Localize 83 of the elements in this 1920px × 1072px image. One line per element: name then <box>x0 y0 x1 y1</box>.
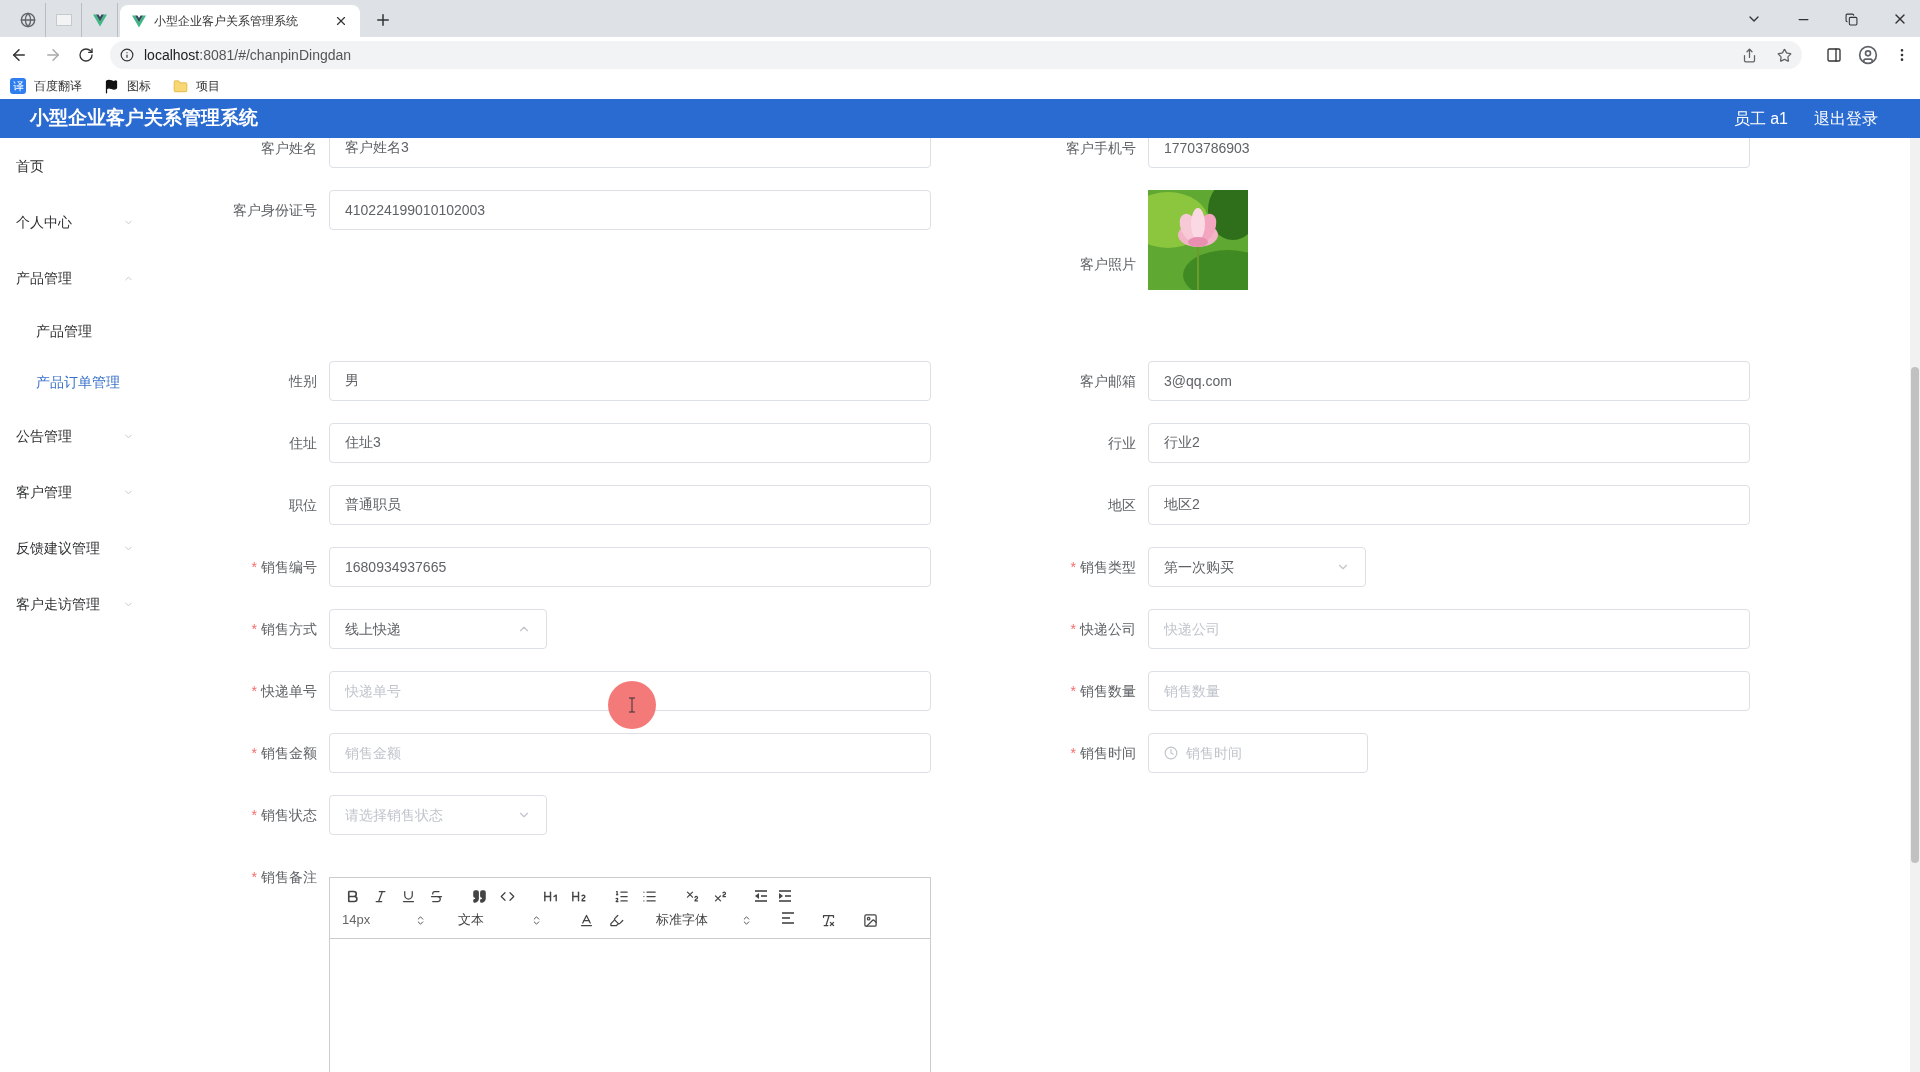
field-label: 客户姓名 <box>261 138 317 158</box>
browser-tab[interactable]: 小型企业客户关系管理系统 <box>120 5 360 37</box>
align-left-icon[interactable] <box>780 910 796 926</box>
bookmark-link[interactable]: 百度翻译 <box>34 77 82 95</box>
info-icon <box>120 48 134 62</box>
field-label: 客户手机号 <box>1066 138 1136 158</box>
size-picker[interactable]: 14px <box>342 910 430 930</box>
field-label: * 销售金额 <box>251 743 317 763</box>
field-label: 客户邮箱 <box>1080 371 1136 391</box>
restore-icon[interactable] <box>1845 12 1858 26</box>
folder-icon <box>173 78 188 94</box>
sidebar-item[interactable]: 客户管理 <box>0 464 184 520</box>
user-name: 员工 a1 <box>1733 108 1788 129</box>
text-field[interactable]: 3@qq.com <box>1148 361 1750 401</box>
scrollbar[interactable] <box>1910 138 1920 1072</box>
close-tab-icon[interactable] <box>334 14 348 28</box>
sidebar-item[interactable]: 首页 <box>0 138 184 194</box>
sidebar-subitem[interactable]: 产品订单管理 <box>0 357 184 408</box>
field-label: * 销售方式 <box>251 619 317 639</box>
field-label: 职位 <box>289 495 317 515</box>
vue-logo-icon <box>132 14 146 28</box>
text-field[interactable]: 地区2 <box>1148 485 1750 525</box>
field-label: 住址 <box>289 433 317 453</box>
heading-picker[interactable]: 文本 <box>458 910 546 930</box>
text-field[interactable]: 410224199010102003 <box>329 190 931 230</box>
font-picker[interactable]: 标准字体 <box>656 910 756 930</box>
sidebar-item[interactable]: 客户走访管理 <box>0 576 184 632</box>
text-field[interactable]: 销售数量 <box>1148 671 1750 711</box>
field-label: 行业 <box>1108 433 1136 453</box>
translate-icon: 译 <box>10 78 26 94</box>
bookmark-link[interactable]: 项目 <box>196 77 220 95</box>
field-label: * 销售编号 <box>251 557 317 577</box>
click-indicator <box>608 681 656 729</box>
flag-icon <box>104 78 119 94</box>
sidebar-item[interactable]: 产品管理 <box>0 250 184 306</box>
sidebar-item[interactable]: 反馈建议管理 <box>0 520 184 576</box>
app-title: 小型企业客户关系管理系统 <box>30 106 259 131</box>
logout-link[interactable]: 退出登录 <box>1814 106 1878 131</box>
text-field[interactable]: 男 <box>329 361 931 401</box>
field-label: 性别 <box>289 371 317 391</box>
side-panel-icon[interactable] <box>1826 47 1842 63</box>
text-field[interactable]: 1680934937665 <box>329 547 931 587</box>
up-down-icon <box>415 914 426 926</box>
field-label: * 销售状态 <box>251 805 317 825</box>
url-text: localhost:8081/#/chanpinDingdan <box>144 45 353 65</box>
back-icon[interactable] <box>10 46 28 64</box>
text-field[interactable]: 住址3 <box>329 423 931 463</box>
vue-logo-icon <box>92 13 107 27</box>
up-down-icon <box>531 914 542 926</box>
field-label: * 销售备注 <box>251 867 317 887</box>
sidebar-item[interactable]: 公告管理 <box>0 408 184 464</box>
bookmark-link[interactable]: 图标 <box>127 77 151 95</box>
text-field[interactable]: 普通职员 <box>329 485 931 525</box>
share-icon[interactable] <box>1742 47 1757 63</box>
text-field[interactable]: 客户姓名3 <box>329 138 931 168</box>
new-tab-icon[interactable] <box>374 11 392 29</box>
text-field[interactable]: 快递公司 <box>1148 609 1750 649</box>
field-label: 客户身份证号 <box>233 200 317 220</box>
up-down-icon <box>741 914 752 926</box>
select-field[interactable]: 第一次购买 <box>1148 547 1366 587</box>
clock-icon <box>1164 746 1178 760</box>
select-field[interactable]: 线上快递 <box>329 609 547 649</box>
outdent-icon[interactable] <box>753 888 769 904</box>
address-bar[interactable]: localhost:8081/#/chanpinDingdan <box>110 41 1802 69</box>
field-label: * 快递公司 <box>1070 619 1136 639</box>
field-label: * 销售时间 <box>1070 743 1136 763</box>
bookmark-star-icon[interactable] <box>1777 47 1792 63</box>
sidebar-item[interactable]: 个人中心 <box>0 194 184 250</box>
scrollbar-thumb[interactable] <box>1911 367 1919 863</box>
globe-icon[interactable] <box>19 12 36 28</box>
indent-icon[interactable] <box>777 888 793 904</box>
text-field[interactable]: 销售金额 <box>329 733 931 773</box>
reload-icon[interactable] <box>78 47 94 63</box>
text-field[interactable]: 17703786903 <box>1148 138 1750 168</box>
text-field[interactable]: 快递单号 <box>329 671 931 711</box>
profile-icon[interactable] <box>1858 45 1878 65</box>
field-label: * 快递单号 <box>251 681 317 701</box>
field-label: * 销售数量 <box>1070 681 1136 701</box>
field-label: 客户照片 <box>1080 255 1136 274</box>
field-label: * 销售类型 <box>1070 557 1136 577</box>
text-field[interactable]: 行业2 <box>1148 423 1750 463</box>
field-label: 地区 <box>1108 495 1136 515</box>
sidebar-subitem[interactable]: 产品管理 <box>0 306 184 357</box>
